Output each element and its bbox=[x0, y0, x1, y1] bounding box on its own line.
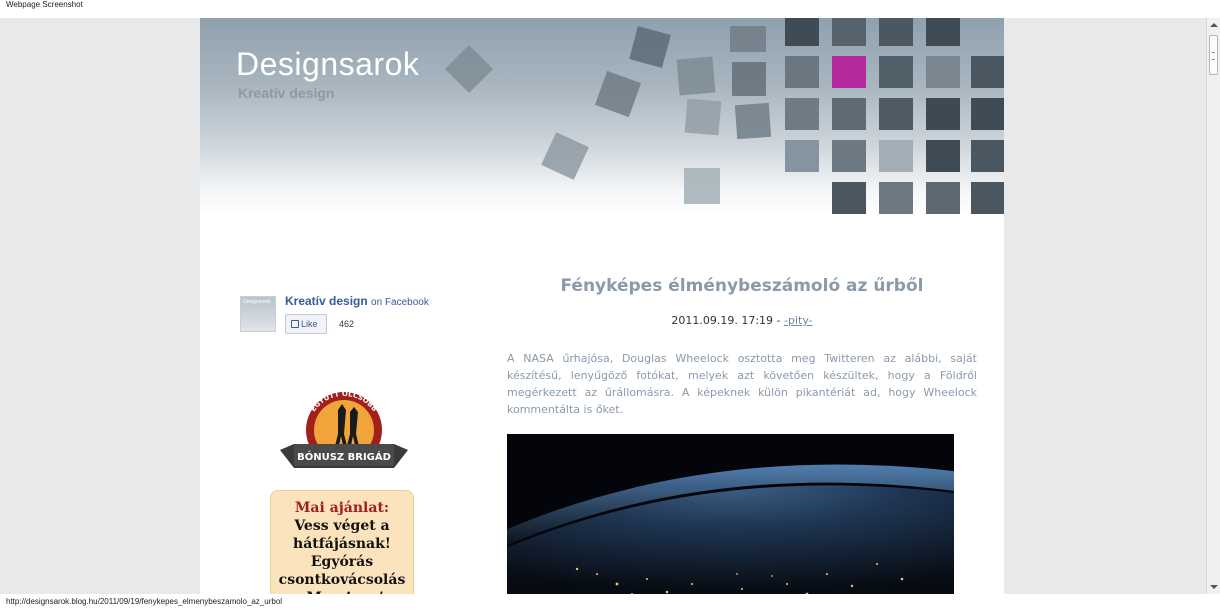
status-url: http://designsarok.blog.hu/2011/09/19/fe… bbox=[6, 597, 283, 606]
header-decor-square bbox=[684, 98, 722, 136]
header-grid-square bbox=[971, 56, 1004, 88]
offer-text[interactable]: Vess véget a hátfájásnak! Egyórás csontk… bbox=[279, 518, 406, 594]
site-title[interactable]: Designsarok bbox=[236, 46, 419, 83]
thumbs-up-icon bbox=[291, 320, 299, 328]
header-grid-square bbox=[971, 140, 1004, 172]
header-grid-square bbox=[785, 18, 819, 46]
header-grid-square bbox=[832, 140, 866, 172]
header-grid-square bbox=[971, 98, 1004, 130]
header-grid-square bbox=[926, 18, 960, 46]
earth-night-photo[interactable] bbox=[507, 434, 954, 594]
header-grid-square bbox=[971, 182, 1004, 214]
facebook-suffix[interactable]: on Facebook bbox=[371, 297, 429, 308]
facebook-page-link[interactable]: Kreatív design on Facebook bbox=[285, 294, 429, 308]
header-grid-square bbox=[785, 140, 819, 172]
window-title: Webpage Screenshot bbox=[6, 0, 83, 9]
header-grid-square bbox=[785, 56, 819, 88]
header-grid-square bbox=[879, 98, 913, 130]
earth-photo-graphic bbox=[507, 434, 954, 594]
scroll-down-arrow-icon[interactable] bbox=[1210, 585, 1218, 589]
header-grid-square bbox=[926, 98, 960, 130]
header-decor-square bbox=[676, 56, 716, 96]
header-grid-square bbox=[832, 98, 866, 130]
window-titlebar: Webpage Screenshot bbox=[0, 0, 1220, 18]
site-header: Designsarok Kreatív design bbox=[200, 18, 1004, 215]
header-grid-square bbox=[879, 140, 913, 172]
header-grid-square bbox=[879, 56, 913, 88]
like-label: Like bbox=[301, 319, 318, 329]
bonusz-brigad-logo[interactable]: EGYÜTT OLCSÓBB BÓNUSZ BRIGÁD bbox=[278, 388, 410, 480]
badge-ribbon-text: BÓNUSZ BRIGÁD bbox=[297, 450, 391, 463]
scrollbar-thumb[interactable] bbox=[1209, 35, 1218, 75]
post-title[interactable]: Fényképes élménybeszámoló az űrből bbox=[507, 276, 977, 296]
header-decor-square bbox=[730, 26, 766, 52]
header-decor-square bbox=[734, 102, 772, 140]
vertical-scrollbar[interactable] bbox=[1206, 18, 1220, 594]
post-author-link[interactable]: -pity- bbox=[784, 314, 813, 327]
header-grid-square bbox=[832, 182, 866, 214]
browser-status-bar: http://designsarok.blog.hu/2011/09/19/fe… bbox=[0, 594, 1220, 610]
header-decor-square bbox=[684, 168, 720, 204]
facebook-like-box: Designsarok Kreatív design on Facebook L… bbox=[240, 294, 450, 338]
header-decor-square bbox=[594, 70, 642, 118]
header-grid-square bbox=[785, 98, 819, 130]
post-meta: 2011.09.19. 17:19 - -pity- bbox=[507, 314, 977, 327]
post-datetime: 2011.09.19. 17:19 bbox=[671, 314, 774, 327]
header-grid-square-accent bbox=[832, 56, 866, 88]
header-grid-square bbox=[926, 140, 960, 172]
like-count: 462 bbox=[339, 319, 355, 329]
header-decor-square bbox=[732, 62, 766, 96]
header-grid-square bbox=[926, 182, 960, 214]
facebook-page-thumbnail[interactable]: Designsarok bbox=[240, 296, 276, 332]
facebook-like-button[interactable]: Like bbox=[285, 314, 327, 334]
scroll-up-arrow-icon[interactable] bbox=[1210, 23, 1218, 27]
page-container: Designsarok Kreatív design Designsarok K… bbox=[200, 18, 1004, 594]
header-decor-square bbox=[444, 44, 494, 94]
facebook-page-name[interactable]: Kreatív design bbox=[285, 294, 368, 308]
header-grid-square bbox=[879, 182, 913, 214]
header-decor-square bbox=[541, 132, 589, 180]
header-grid-square bbox=[832, 18, 866, 46]
post-meta-separator: - bbox=[773, 314, 785, 327]
post-body: A NASA űrhajósa, Douglas Wheelock osztot… bbox=[507, 352, 977, 416]
header-decor-square bbox=[629, 26, 671, 68]
daily-offer-box[interactable]: Mai ajánlat: Vess véget a hátfájásnak! E… bbox=[270, 490, 414, 594]
offer-label: Mai ajánlat: bbox=[294, 500, 390, 516]
facebook-thumbnail-text: Designsarok bbox=[243, 299, 271, 305]
header-grid-square bbox=[879, 18, 913, 46]
header-grid-square bbox=[926, 56, 960, 88]
site-tagline: Kreatív design bbox=[238, 85, 335, 101]
